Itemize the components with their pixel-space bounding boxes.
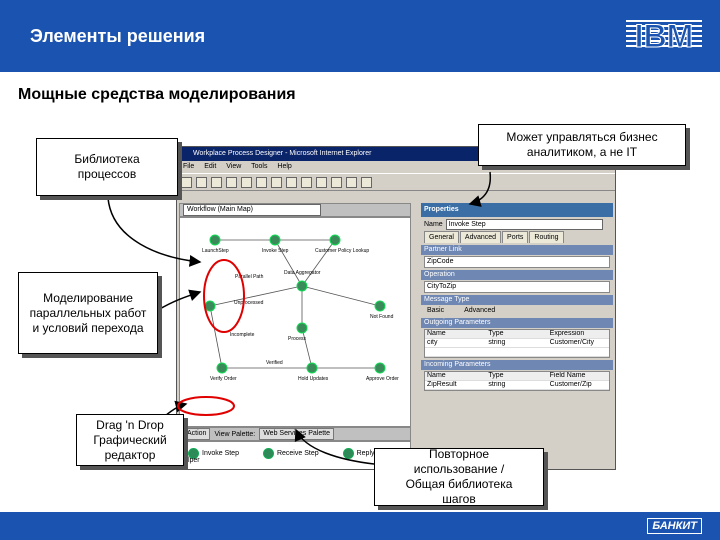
arrow-library <box>107 197 202 267</box>
highlight-parallel-ellipse <box>203 259 245 333</box>
callout-library: Библиотека процессов <box>36 138 178 196</box>
arrow-reuse <box>294 428 375 465</box>
arrow-business <box>468 171 492 207</box>
callout-reuse: Повторное использование / Общая библиоте… <box>374 447 544 506</box>
callout-dragdrop: Drag 'n Drop Графический редактор <box>76 414 184 466</box>
slide-footer: БАНКИТ <box>0 512 720 540</box>
callout-business: Может управляться бизнес аналитиком, а н… <box>478 124 686 166</box>
callout-modeling: Моделирование параллельных работ и услов… <box>18 272 158 354</box>
arrow-modeling <box>157 289 202 311</box>
highlight-invoke-ellipse <box>177 396 235 416</box>
footer-logo: БАНКИТ <box>647 518 702 534</box>
